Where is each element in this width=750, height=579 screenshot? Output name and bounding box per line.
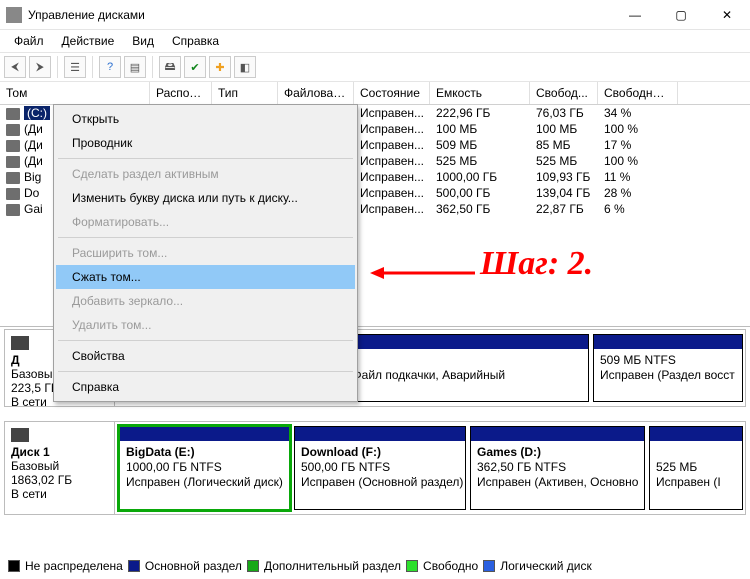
legend-free: Свободно xyxy=(423,559,478,573)
disk1-part-games[interactable]: Games (D:)362,50 ГБ NTFSИсправен (Активе… xyxy=(470,426,645,510)
context-menu: Открыть Проводник Сделать раздел активны… xyxy=(53,104,358,402)
col-type[interactable]: Тип xyxy=(212,82,278,104)
legend-primary: Основной раздел xyxy=(145,559,242,573)
menu-action[interactable]: Действие xyxy=(54,32,123,50)
menu-view[interactable]: Вид xyxy=(124,32,162,50)
col-capacity[interactable]: Емкость xyxy=(430,82,530,104)
list-icon[interactable]: ▤ xyxy=(124,56,146,78)
menubar: Файл Действие Вид Справка xyxy=(0,30,750,52)
help-icon[interactable]: ? xyxy=(99,56,121,78)
drive-icon xyxy=(6,188,20,200)
col-pct[interactable]: Свободно % xyxy=(598,82,678,104)
drive-icon xyxy=(6,172,20,184)
legend-logical: Логический диск xyxy=(500,559,592,573)
volume-list-header: Том Располо... Тип Файловая с... Состоян… xyxy=(0,82,750,105)
disk1-part-download[interactable]: Download (F:)500,00 ГБ NTFSИсправен (Осн… xyxy=(294,426,466,510)
disk-icon xyxy=(11,336,29,350)
ctx-delete: Удалить том... xyxy=(56,313,355,337)
menu-help[interactable]: Справка xyxy=(164,32,227,50)
col-layout[interactable]: Располо... xyxy=(150,82,212,104)
col-free[interactable]: Свобод... xyxy=(530,82,598,104)
disk-icon xyxy=(11,428,29,442)
ctx-properties[interactable]: Свойства xyxy=(56,344,355,368)
drive-icon xyxy=(6,124,20,136)
disk0-part3[interactable]: 509 МБ NTFSИсправен (Раздел восст xyxy=(593,334,743,402)
annotation-arrow xyxy=(370,263,475,283)
maximize-button[interactable]: ▢ xyxy=(658,0,704,30)
disk1-header: Диск 1 Базовый 1863,02 ГБ В сети xyxy=(5,422,115,514)
show-table-icon[interactable]: ☰ xyxy=(64,56,86,78)
ctx-extend: Расширить том... xyxy=(56,241,355,265)
legend-unalloc: Не распределена xyxy=(25,559,123,573)
ctx-explorer[interactable]: Проводник xyxy=(56,131,355,155)
drive-icon xyxy=(6,156,20,168)
disk1-panel[interactable]: Диск 1 Базовый 1863,02 ГБ В сети BigData… xyxy=(4,421,746,515)
drive-icon xyxy=(6,140,20,152)
app-icon xyxy=(6,7,22,23)
disk-icon[interactable]: 🖴 xyxy=(159,56,181,78)
window-titlebar: Управление дисками — ▢ ✕ xyxy=(0,0,750,30)
ctx-help[interactable]: Справка xyxy=(56,375,355,399)
close-button[interactable]: ✕ xyxy=(704,0,750,30)
ctx-change-letter[interactable]: Изменить букву диска или путь к диску... xyxy=(56,186,355,210)
legend-extended: Дополнительный раздел xyxy=(264,559,401,573)
drive-icon xyxy=(6,204,20,216)
ctx-mirror: Добавить зеркало... xyxy=(56,289,355,313)
back-icon[interactable]: ⮜ xyxy=(4,56,26,78)
menu-file[interactable]: Файл xyxy=(6,32,52,50)
col-fs[interactable]: Файловая с... xyxy=(278,82,354,104)
minimize-button[interactable]: — xyxy=(612,0,658,30)
legend: Не распределена Основной раздел Дополнит… xyxy=(8,559,592,573)
ctx-open[interactable]: Открыть xyxy=(56,107,355,131)
col-state[interactable]: Состояние xyxy=(354,82,430,104)
toolbar: ⮜ ⮞ ☰ ? ▤ 🖴 ✔ ✚ ◧ xyxy=(0,52,750,82)
window-buttons: — ▢ ✕ xyxy=(612,0,750,30)
refresh-icon[interactable]: ✔ xyxy=(184,56,206,78)
ctx-make-active: Сделать раздел активным xyxy=(56,162,355,186)
drive-icon xyxy=(6,108,20,120)
ctx-shrink[interactable]: Сжать том... xyxy=(56,265,355,289)
window-title: Управление дисками xyxy=(28,8,612,22)
forward-icon[interactable]: ⮞ xyxy=(29,56,51,78)
disk1-part-recovery[interactable]: 525 МБИсправен (I xyxy=(649,426,743,510)
col-volume[interactable]: Том xyxy=(0,82,150,104)
new-icon[interactable]: ✚ xyxy=(209,56,231,78)
selected-volume: (C:) xyxy=(24,106,50,120)
ctx-format: Форматировать... xyxy=(56,210,355,234)
chart-icon[interactable]: ◧ xyxy=(234,56,256,78)
annotation-text: Шаг: 2. xyxy=(480,245,593,283)
disk1-part-bigdata[interactable]: BigData (E:)1000,00 ГБ NTFSИсправен (Лог… xyxy=(117,424,292,512)
